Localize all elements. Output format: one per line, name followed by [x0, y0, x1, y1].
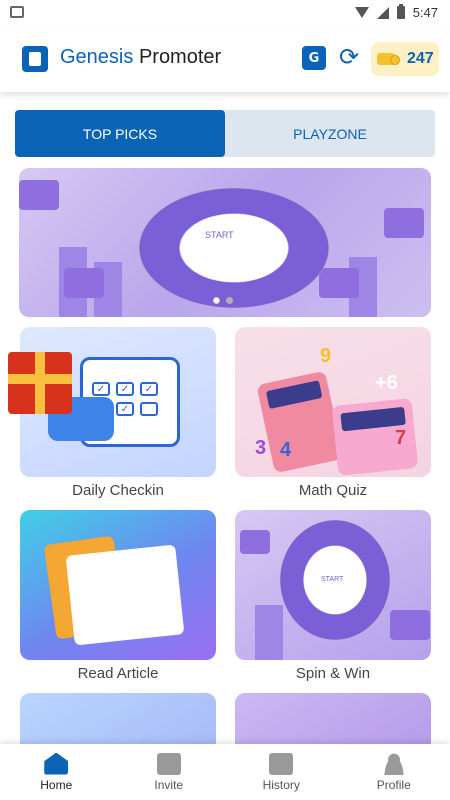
banner-pagination: [213, 297, 233, 304]
image-icon: [10, 6, 24, 18]
math-quiz-label: Math Quiz: [298, 482, 368, 499]
nav-home[interactable]: Home: [0, 744, 113, 800]
coin-count: 247: [407, 50, 434, 67]
signal-icon: [376, 6, 389, 19]
empty-cell: [140, 402, 158, 416]
nav-invite-label: Invite: [154, 777, 184, 792]
tab-bar: TOP PICKS PLAYZONE: [15, 110, 435, 157]
tab-top-picks[interactable]: TOP PICKS: [15, 110, 225, 157]
math-symbol-illustration: +6: [375, 372, 398, 394]
read-article-card[interactable]: [20, 510, 216, 660]
gift-illustration: [390, 610, 430, 640]
gift-illustration: [64, 268, 104, 298]
profile-icon: [381, 752, 406, 775]
translate-icon: G: [308, 50, 320, 66]
nav-profile-label: Profile: [376, 777, 411, 792]
check-icon: ✓: [92, 382, 110, 396]
home-icon: [44, 752, 69, 775]
spin-win-label: Spin & Win: [295, 665, 371, 682]
battery-icon: [396, 4, 405, 19]
coin-balance[interactable]: 247: [371, 42, 439, 76]
math-symbol-illustration: 7: [395, 427, 407, 449]
nav-home-label: Home: [40, 777, 73, 792]
wifi-icon: [354, 6, 369, 19]
app-title-part1: Genesis: [60, 46, 134, 68]
app-bar: Genesis Promoter G ⟳ 247: [0, 26, 450, 92]
status-bar: 5:47: [0, 0, 450, 26]
open-book-illustration: [65, 544, 185, 646]
bottom-navigation: Home Invite History Profile: [0, 744, 450, 800]
math-symbol-illustration: 3: [255, 437, 267, 459]
check-icon: ✓: [116, 402, 134, 416]
tab-playzone[interactable]: PLAYZONE: [225, 110, 435, 157]
nav-history[interactable]: History: [225, 744, 338, 800]
daily-checkin-label: Daily Checkin: [72, 482, 164, 499]
status-time: 5:47: [412, 5, 438, 20]
status-icons: 5:47: [354, 4, 438, 20]
app-logo-icon: [22, 46, 48, 72]
check-icon: ✓: [116, 382, 134, 396]
math-symbol-illustration: 4: [280, 439, 292, 461]
gift-icon: [156, 752, 181, 775]
math-quiz-card[interactable]: 3 4 9 +6 7: [235, 327, 431, 477]
nav-history-label: History: [262, 777, 300, 792]
coin-icon: [377, 53, 400, 65]
promo-banner[interactable]: START: [19, 168, 431, 317]
translate-button[interactable]: G: [302, 46, 326, 70]
calculator-illustration: [256, 370, 344, 474]
read-article-label: Read Article: [77, 665, 159, 682]
nav-profile[interactable]: Profile: [338, 744, 450, 800]
gift-illustration: [319, 268, 359, 298]
pagination-dot[interactable]: [213, 297, 220, 304]
spin-wheel-illustration: [139, 188, 329, 308]
gift-illustration: [19, 180, 59, 210]
calculator-screen: [265, 380, 323, 410]
gift-illustration: [240, 530, 270, 554]
app-title-part2: Promoter: [138, 46, 222, 68]
pagination-dot[interactable]: [226, 297, 233, 304]
building-illustration: [255, 605, 283, 660]
check-icon: ✓: [140, 382, 158, 396]
wheel-start-label: START: [205, 230, 234, 240]
refresh-button[interactable]: ⟳: [336, 43, 362, 71]
nav-invite[interactable]: Invite: [113, 744, 226, 800]
gift-box-icon: [8, 352, 72, 414]
spin-win-card[interactable]: START: [235, 510, 431, 660]
app-title: Genesis Promoter: [60, 46, 221, 69]
refresh-icon: ⟳: [338, 43, 360, 71]
gift-illustration: [384, 208, 424, 238]
history-icon: [269, 752, 294, 775]
wheel-start-label: START: [321, 576, 344, 583]
math-symbol-illustration: 9: [320, 345, 332, 367]
